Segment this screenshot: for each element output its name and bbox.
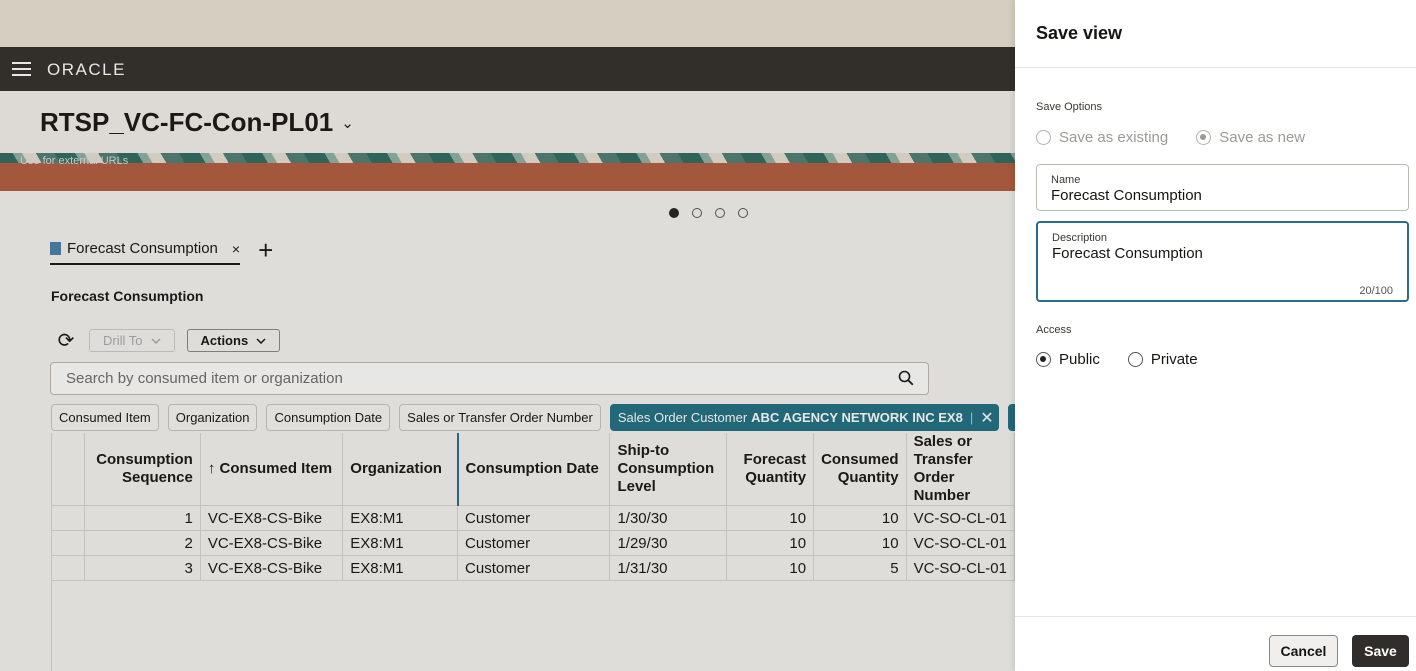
radio-save-existing-label: Save as existing [1059,129,1169,146]
radio-save-new[interactable]: Save as new [1196,129,1305,146]
radio-circle [1196,130,1212,145]
access-group: Public Private [1036,351,1198,368]
radio-save-new-label: Save as new [1219,129,1306,146]
radio-public[interactable]: Public [1036,351,1100,368]
description-field[interactable]: Description Forecast Consumption 20/100 [1036,221,1409,302]
radio-circle [1127,352,1143,367]
name-field[interactable]: Name Forecast Consumption [1036,164,1409,211]
access-label: Access [1036,324,1072,336]
radio-public-label: Public [1059,351,1100,368]
name-label: Name [1051,174,1081,186]
modal-scrim[interactable] [0,0,1015,671]
radio-private[interactable]: Private [1127,351,1198,368]
save-view-drawer: Save view Save Options Save as existing … [1015,0,1416,671]
description-label: Description [1052,232,1108,244]
save-button[interactable]: Save [1352,635,1409,667]
cancel-button[interactable]: Cancel [1269,635,1338,667]
drawer-title: Save view [1015,0,1416,68]
description-value: Forecast Consumption [1052,245,1203,262]
radio-circle [1036,130,1051,145]
name-value: Forecast Consumption [1051,187,1202,204]
radio-save-existing[interactable]: Save as existing [1036,129,1168,146]
save-options-label: Save Options [1036,101,1103,113]
radio-circle [1036,352,1051,367]
radio-private-label: Private [1150,351,1198,368]
save-options-group: Save as existing Save as new [1036,129,1305,146]
character-count: 20/100 [1359,285,1393,297]
